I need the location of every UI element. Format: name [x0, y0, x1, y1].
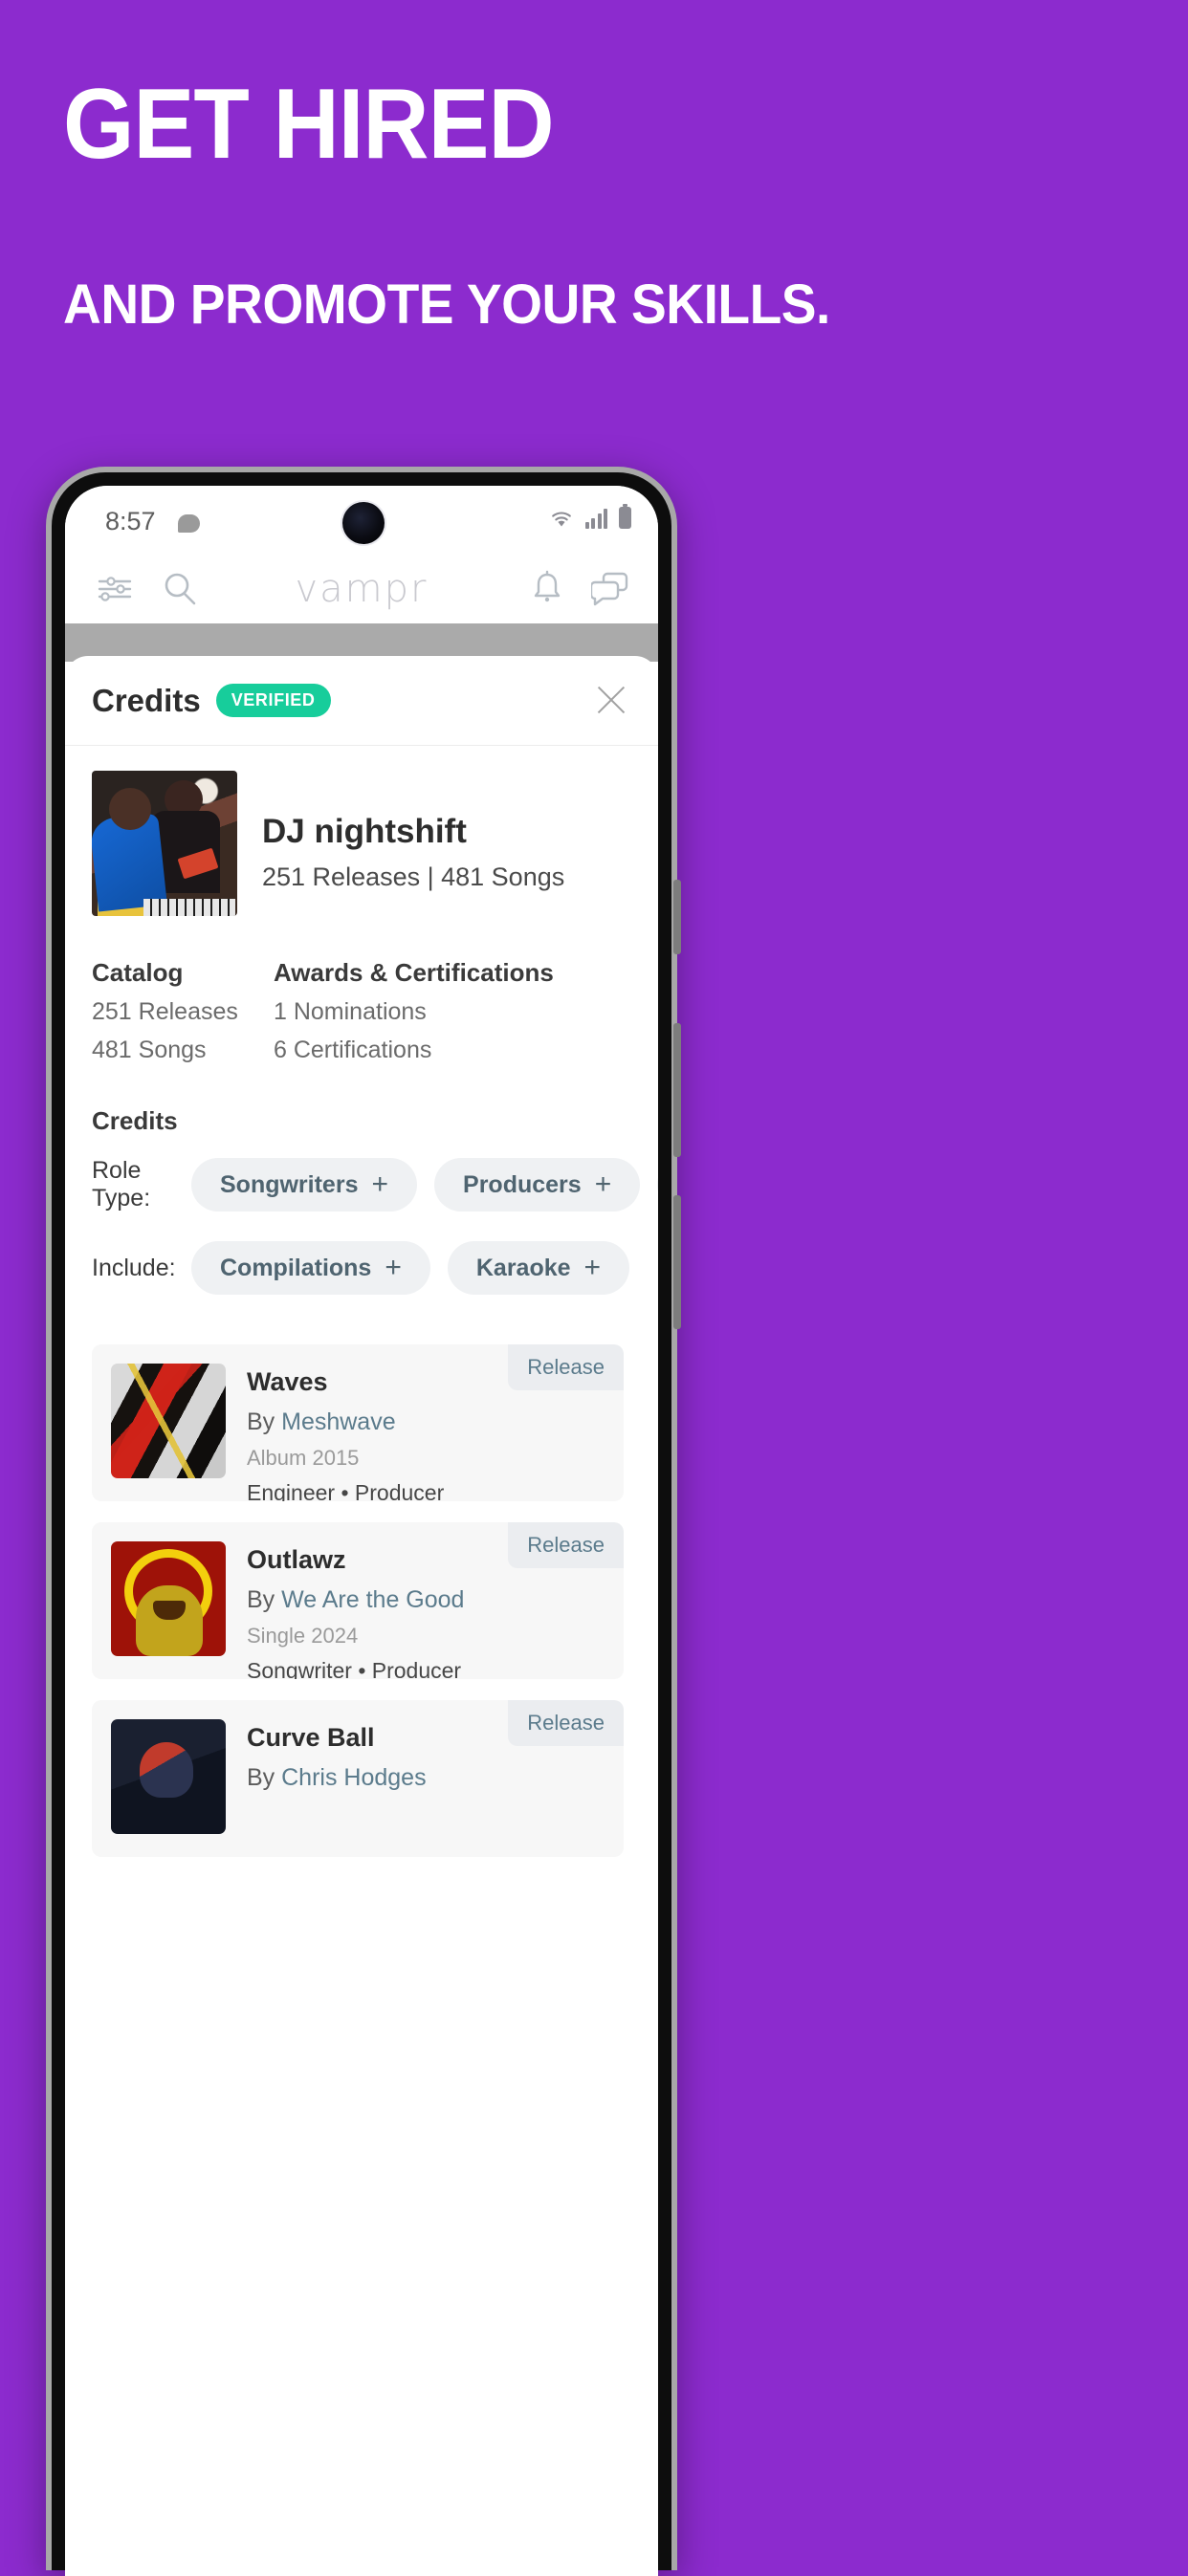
front-camera-punch-hole [342, 502, 385, 544]
stat-line: 251 Releases [92, 998, 238, 1025]
battery-icon [619, 504, 631, 529]
promo-headline: GET HIRED [63, 69, 555, 180]
status-bar-icons [549, 504, 631, 529]
artist-link[interactable]: We Are the Good [281, 1586, 464, 1613]
bell-icon[interactable] [530, 570, 564, 608]
app-header: vampr [65, 555, 658, 623]
list-item-body: Curve Ball By Chris Hodges [226, 1719, 427, 1838]
by-prefix: By [247, 1586, 282, 1613]
release-artist: By Chris Hodges [247, 1764, 427, 1792]
stat-line: 481 Songs [92, 1037, 207, 1063]
stat-line: 1 Nominations [274, 998, 427, 1025]
by-prefix: By [247, 1764, 282, 1791]
chip-label: Songwriters [220, 1170, 359, 1198]
stat-line: 6 Certifications [274, 1037, 432, 1063]
plus-icon: + [583, 1252, 602, 1283]
release-badge: Release [508, 1522, 624, 1568]
stat-heading: Catalog [92, 958, 184, 987]
chat-icon[interactable] [591, 571, 629, 607]
wifi-icon [551, 512, 571, 527]
list-item-body: Outlawz By We Are the Good Single 2024 S… [226, 1541, 464, 1679]
filter-chips: Compilations + Karaoke + [191, 1241, 630, 1295]
chip-compilations[interactable]: Compilations + [191, 1241, 430, 1295]
artist-summary: DJ nightshift 251 Releases | 481 Songs [65, 746, 658, 916]
promo-subheadline: AND PROMOTE YOUR SKILLS. [63, 273, 830, 336]
album-artwork [111, 1541, 226, 1656]
list-item-body: Waves By Meshwave Album 2015 Engineer • … [226, 1364, 444, 1501]
filter-label: Include: [92, 1254, 176, 1281]
by-prefix: By [247, 1408, 282, 1435]
filter-label: Role Type: [92, 1157, 151, 1212]
credits-list: Waves By Meshwave Album 2015 Engineer • … [65, 1320, 658, 1857]
page-title: Credits [92, 682, 201, 718]
stat-column-awards: Awards & Certifications 1 Nominations 6 … [274, 958, 599, 1064]
album-artwork [111, 1364, 226, 1478]
phone-bezel: 8:57 vampr Credits VERIFIED DJ nightshif… [52, 472, 671, 2576]
credits-heading: Credits [92, 1106, 178, 1135]
cellular-signal-icon [584, 508, 607, 529]
release-meta: Single 2024 [247, 1624, 359, 1648]
status-badge: VERIFIED [215, 684, 331, 717]
stat-columns: Catalog 251 Releases 481 Songs Awards & … [65, 916, 658, 1064]
chip-label: Compilations [220, 1254, 372, 1281]
filter-row-include: Include: Compilations + Karaoke + [65, 1241, 658, 1295]
phone-volume-down-button [673, 1195, 681, 1329]
artist-name: DJ nightshift [262, 813, 467, 850]
stat-column-catalog: Catalog 251 Releases 481 Songs [92, 958, 274, 1064]
artist-meta: DJ nightshift 251 Releases | 481 Songs [237, 771, 564, 916]
phone-volume-up-button [673, 1023, 681, 1157]
chip-karaoke[interactable]: Karaoke + [447, 1241, 630, 1295]
app-header-right [530, 570, 629, 608]
close-icon[interactable] [593, 682, 629, 718]
release-badge: Release [508, 1344, 624, 1390]
release-artist: By We Are the Good [247, 1586, 464, 1614]
release-roles: Songwriter • Producer [247, 1658, 462, 1679]
release-roles: Engineer • Producer [247, 1480, 445, 1501]
artist-link[interactable]: Chris Hodges [281, 1764, 426, 1791]
credits-sheet: Credits VERIFIED DJ nightshift 251 Relea… [65, 656, 658, 2576]
sheet-header: Credits VERIFIED [65, 656, 658, 746]
list-item[interactable]: Waves By Meshwave Album 2015 Engineer • … [92, 1344, 624, 1501]
plus-icon: + [371, 1168, 389, 1200]
phone-side-button [673, 880, 681, 954]
chip-producers[interactable]: Producers + [434, 1158, 641, 1212]
artist-link[interactable]: Meshwave [281, 1408, 396, 1435]
status-bar-time: 8:57 [105, 507, 156, 535]
phone-screen: 8:57 vampr Credits VERIFIED DJ nightshif… [65, 486, 658, 2576]
chip-songwriters[interactable]: Songwriters + [191, 1158, 418, 1212]
release-artist: By Meshwave [247, 1408, 444, 1436]
album-artwork [111, 1719, 226, 1834]
release-meta: Album 2015 [247, 1446, 360, 1470]
phone-mockup: 8:57 vampr Credits VERIFIED DJ nightshif… [46, 467, 677, 2576]
chip-label: Producers [463, 1170, 582, 1198]
filter-row-role-type: Role Type: Songwriters + Producers + Pro… [65, 1157, 658, 1212]
chip-production[interactable]: Production + [657, 1158, 658, 1212]
release-badge: Release [508, 1700, 624, 1746]
list-item[interactable]: Outlawz By We Are the Good Single 2024 S… [92, 1522, 624, 1679]
stat-heading: Awards & Certifications [274, 958, 554, 987]
status-bar: 8:57 [65, 486, 658, 555]
release-title: Curve Ball [247, 1723, 375, 1752]
release-title: Waves [247, 1367, 328, 1396]
chip-label: Karaoke [475, 1254, 571, 1281]
artist-photo [92, 771, 237, 916]
plus-icon: + [594, 1168, 612, 1200]
artist-stats: 251 Releases | 481 Songs [262, 862, 565, 891]
release-title: Outlawz [247, 1545, 346, 1574]
list-item[interactable]: Curve Ball By Chris Hodges Release [92, 1700, 624, 1857]
chat-bubble-icon [178, 514, 200, 533]
filter-chips: Songwriters + Producers + Production + [191, 1158, 658, 1212]
plus-icon: + [385, 1252, 402, 1283]
promo-banner: GET HIRED AND PROMOTE YOUR SKILLS. [0, 0, 1188, 535]
